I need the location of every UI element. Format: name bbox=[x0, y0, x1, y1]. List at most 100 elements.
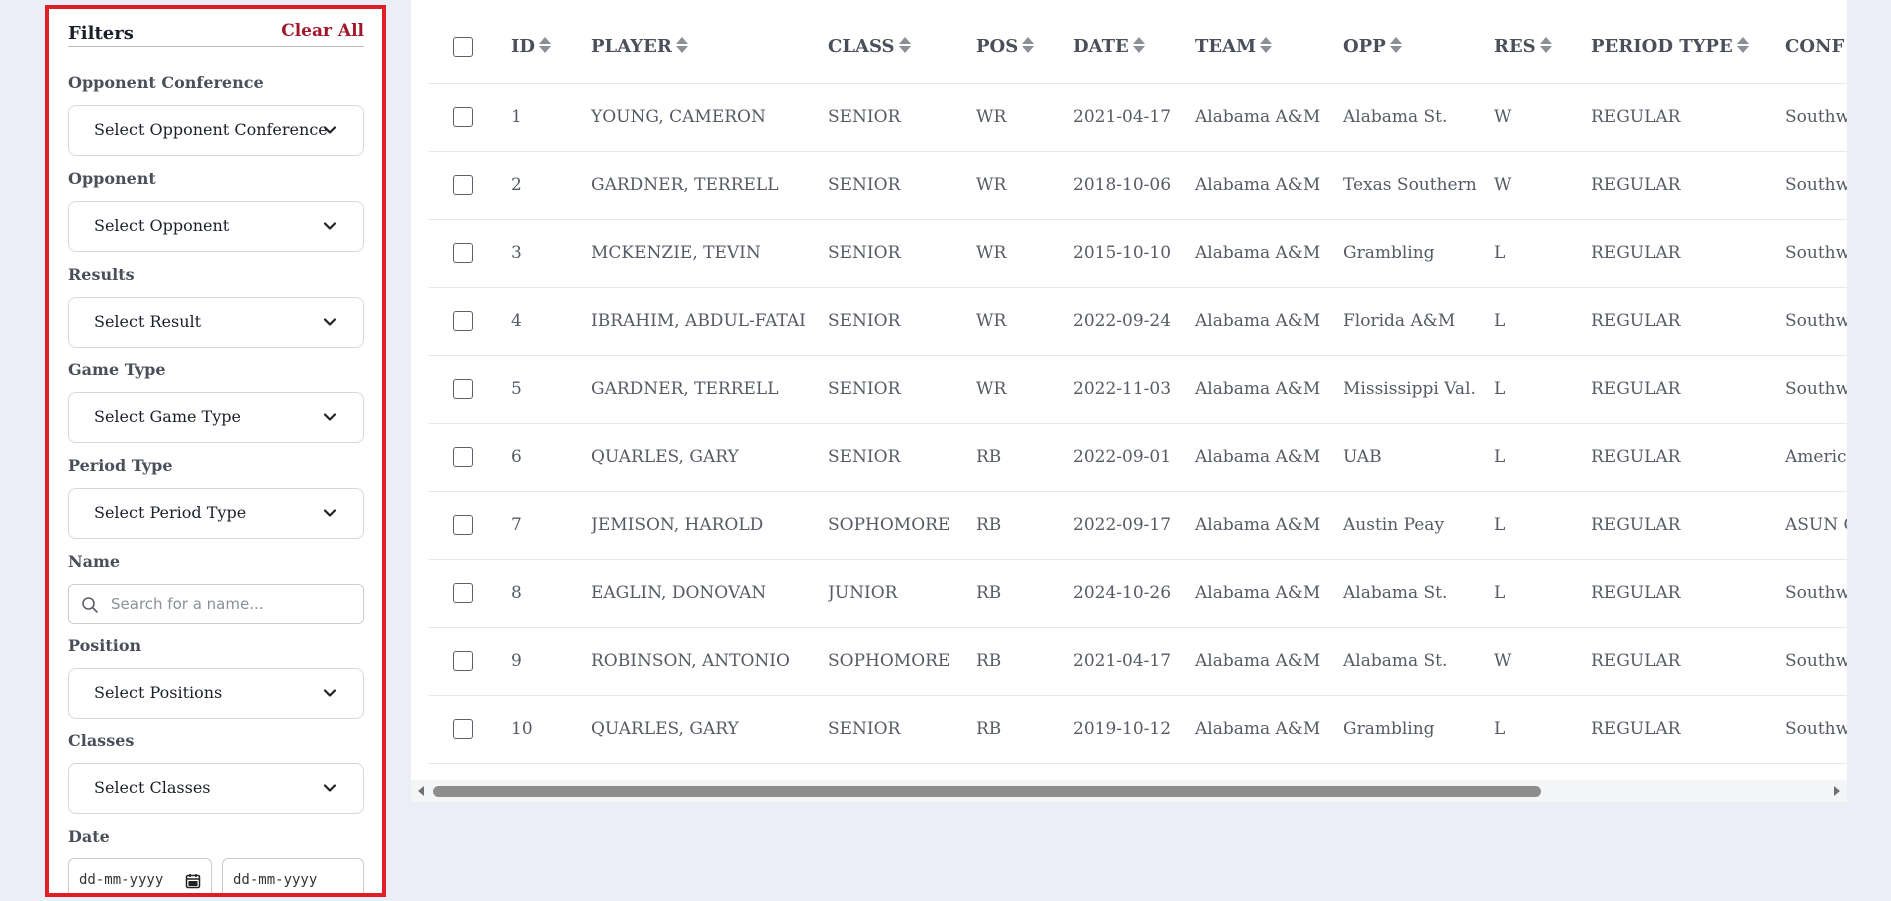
cell-date[interactable]: 2024-10-26 bbox=[1073, 559, 1195, 628]
sort-icon[interactable] bbox=[1259, 35, 1273, 55]
cell-date[interactable]: 2022-11-03 bbox=[1073, 355, 1195, 424]
date-from-input[interactable]: dd-mm-yyyy bbox=[68, 858, 212, 893]
column-header-pos[interactable]: POS bbox=[976, 0, 1073, 84]
column-header-player[interactable]: PLAYER bbox=[591, 0, 828, 84]
column-header-team[interactable]: TEAM bbox=[1195, 0, 1343, 84]
sidebar-header: Filters Clear All bbox=[68, 15, 364, 47]
chevron-down-icon bbox=[323, 413, 337, 421]
column-header-date[interactable]: DATE bbox=[1073, 0, 1195, 84]
row-checkbox[interactable] bbox=[453, 447, 473, 468]
row-checkbox[interactable] bbox=[453, 583, 473, 604]
column-header-label: PLAYER bbox=[591, 35, 672, 57]
cell-player[interactable]: QUARLES, GARY bbox=[591, 423, 828, 492]
cell-team: Alabama A&M bbox=[1195, 355, 1343, 424]
sort-icon[interactable] bbox=[1389, 35, 1403, 55]
cell-id: 2 bbox=[511, 151, 591, 220]
game-type-select[interactable]: Select Game Type bbox=[68, 392, 364, 443]
sort-icon[interactable] bbox=[675, 35, 689, 55]
cell-res: W bbox=[1494, 151, 1591, 220]
select-all-checkbox[interactable] bbox=[453, 36, 473, 57]
position-select[interactable]: Select Positions bbox=[68, 668, 364, 719]
cell-player[interactable]: QUARLES, GARY bbox=[591, 695, 828, 764]
row-checkbox[interactable] bbox=[453, 379, 473, 400]
cell-player[interactable]: GARDNER, TERRELL bbox=[591, 151, 828, 220]
sort-icon[interactable] bbox=[1736, 35, 1750, 55]
name-search-input[interactable] bbox=[109, 590, 354, 618]
date-to-input[interactable]: dd-mm-yyyy bbox=[222, 858, 364, 893]
results-value: Select Result bbox=[94, 312, 202, 331]
opponent-select[interactable]: Select Opponent bbox=[68, 201, 364, 252]
chevron-down-icon bbox=[323, 126, 337, 134]
cell-id: 7 bbox=[511, 491, 591, 560]
row-select-cell bbox=[429, 287, 511, 356]
period-type-select[interactable]: Select Period Type bbox=[68, 488, 364, 539]
classes-label: Classes bbox=[68, 731, 135, 750]
column-header-label: OPP bbox=[1343, 35, 1386, 57]
select-all-cell bbox=[429, 0, 511, 84]
cell-date[interactable]: 2015-10-10 bbox=[1073, 219, 1195, 288]
cell-player[interactable]: IBRAHIM, ABDUL-FATAI bbox=[591, 287, 828, 356]
cell-player[interactable]: YOUNG, CAMERON bbox=[591, 83, 828, 152]
period-type-label: Period Type bbox=[68, 456, 173, 475]
scroll-thumb[interactable] bbox=[433, 786, 1541, 797]
sort-icon[interactable] bbox=[1021, 35, 1035, 55]
game-type-value: Select Game Type bbox=[94, 407, 241, 426]
cell-date[interactable]: 2022-09-24 bbox=[1073, 287, 1195, 356]
opponent-label: Opponent bbox=[68, 169, 156, 188]
sort-icon[interactable] bbox=[538, 35, 552, 55]
column-header-opp[interactable]: OPP bbox=[1343, 0, 1494, 84]
cell-date[interactable]: 2021-04-17 bbox=[1073, 83, 1195, 152]
cell-date[interactable]: 2022-09-01 bbox=[1073, 423, 1195, 492]
row-checkbox[interactable] bbox=[453, 243, 473, 264]
cell-player[interactable]: EAGLIN, DONOVAN bbox=[591, 559, 828, 628]
horizontal-scrollbar[interactable] bbox=[411, 780, 1847, 802]
sort-icon[interactable] bbox=[1539, 35, 1553, 55]
arrow-left-icon[interactable] bbox=[415, 785, 427, 797]
period-type-value: Select Period Type bbox=[94, 503, 247, 522]
cell-pos: RB bbox=[976, 491, 1073, 560]
cell-player[interactable]: ROBINSON, ANTONIO bbox=[591, 627, 828, 696]
row-checkbox[interactable] bbox=[453, 719, 473, 740]
opponent-conference-select[interactable]: Select Opponent Conference bbox=[68, 105, 364, 156]
cell-class: JUNIOR bbox=[828, 559, 976, 628]
cell-date[interactable]: 2022-09-17 bbox=[1073, 491, 1195, 560]
cell-res: L bbox=[1494, 559, 1591, 628]
table-row: 10 QUARLES, GARY SENIOR RB 2019-10-12 Al… bbox=[429, 695, 1847, 764]
sort-icon[interactable] bbox=[898, 35, 912, 55]
cell-team: Alabama A&M bbox=[1195, 559, 1343, 628]
cell-player[interactable]: JEMISON, HAROLD bbox=[591, 491, 828, 560]
cell-id: 5 bbox=[511, 355, 591, 424]
cell-player[interactable]: MCKENZIE, TEVIN bbox=[591, 219, 828, 288]
cell-date[interactable]: 2021-04-17 bbox=[1073, 627, 1195, 696]
cell-period-type: REGULAR bbox=[1591, 423, 1785, 492]
column-header-id[interactable]: ID bbox=[511, 0, 591, 84]
cell-date[interactable]: 2018-10-06 bbox=[1073, 151, 1195, 220]
column-header-res[interactable]: RES bbox=[1494, 0, 1591, 84]
chevron-down-icon bbox=[323, 784, 337, 792]
column-header-conf[interactable]: CONF bbox=[1785, 0, 1847, 84]
clear-all-button[interactable]: Clear All bbox=[281, 21, 364, 41]
results-select[interactable]: Select Result bbox=[68, 297, 364, 348]
filters-sidebar: Filters Clear All Opponent Conference Se… bbox=[45, 5, 386, 897]
cell-conf: Southwes bbox=[1785, 355, 1847, 424]
arrow-right-icon[interactable] bbox=[1831, 785, 1843, 797]
cell-opp: Mississippi Val. bbox=[1343, 355, 1494, 424]
classes-select[interactable]: Select Classes bbox=[68, 763, 364, 814]
chevron-down-icon bbox=[323, 318, 337, 326]
row-checkbox[interactable] bbox=[453, 651, 473, 672]
results-table-panel: ID PLAYER CLASS POS DATE TEAM OPP RES PE… bbox=[411, 0, 1847, 800]
row-checkbox[interactable] bbox=[453, 515, 473, 536]
row-checkbox[interactable] bbox=[453, 175, 473, 196]
classes-value: Select Classes bbox=[94, 778, 211, 797]
column-header-period-type[interactable]: PERIOD TYPE bbox=[1591, 0, 1785, 84]
calendar-icon[interactable] bbox=[185, 873, 201, 889]
row-checkbox[interactable] bbox=[453, 107, 473, 128]
cell-player[interactable]: GARDNER, TERRELL bbox=[591, 355, 828, 424]
sort-icon[interactable] bbox=[1132, 35, 1146, 55]
column-header-class[interactable]: CLASS bbox=[828, 0, 976, 84]
position-label: Position bbox=[68, 636, 142, 655]
name-label: Name bbox=[68, 552, 121, 571]
row-checkbox[interactable] bbox=[453, 311, 473, 332]
game-type-label: Game Type bbox=[68, 360, 166, 379]
cell-date[interactable]: 2019-10-12 bbox=[1073, 695, 1195, 764]
